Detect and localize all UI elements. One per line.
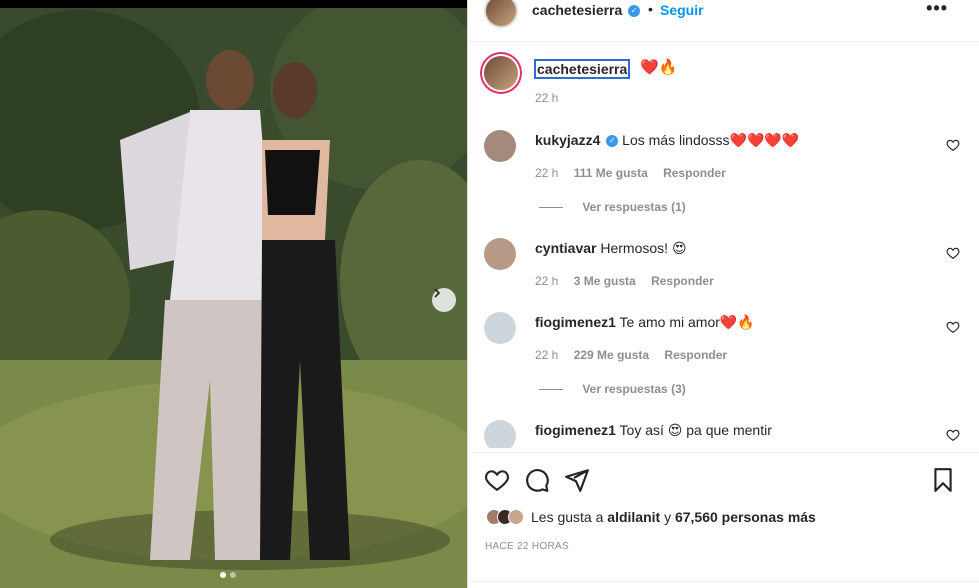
share-icon[interactable] [564, 467, 590, 493]
comment-text-line: fiogimenez1 Toy así 😍 pa que mentir [535, 422, 772, 439]
like-comment-heart-icon[interactable] [946, 138, 960, 152]
photo-illustration [0, 0, 467, 588]
more-options-icon[interactable]: ••• [926, 0, 948, 19]
carousel-dots [220, 572, 236, 578]
comment-likes[interactable]: 3 Me gusta [574, 274, 636, 288]
reply-button[interactable]: Responder [663, 166, 726, 180]
chevron-right-icon [434, 288, 441, 298]
photo-top-edge [0, 0, 467, 8]
like-comment-heart-icon[interactable] [946, 320, 960, 334]
liker-username[interactable]: aldilanit [607, 509, 660, 525]
caption-time: 22 h [535, 91, 559, 105]
comment-meta: 22 h 111 Me gusta Responder [535, 166, 738, 180]
instagram-post-view: cachetesierra ✓ • Seguir ••• cachetesier… [0, 0, 979, 588]
reply-button[interactable]: Responder [664, 348, 727, 362]
add-comment-bar [468, 581, 979, 588]
likes-prefix: Les gusta a [531, 509, 604, 525]
follow-button[interactable]: Seguir [660, 2, 704, 18]
post-photo[interactable] [0, 0, 467, 588]
comment-username[interactable]: kukyjazz4 [535, 132, 600, 148]
likes-summary[interactable]: Les gusta a aldilanit y 67,560 personas … [486, 509, 816, 525]
like-comment-heart-icon[interactable] [946, 246, 960, 260]
comment-body: Los más lindosss❤️❤️❤️❤️ [622, 132, 800, 148]
reply-button[interactable]: Responder [651, 274, 714, 288]
author-username-text: cachetesierra [532, 2, 623, 18]
author-username[interactable]: cachetesierra ✓ [532, 2, 641, 18]
likes-others-count[interactable]: 67,560 personas más [675, 509, 816, 525]
comment-username[interactable]: cyntiavar [535, 240, 596, 256]
comment-time: 22 h [535, 348, 559, 362]
heart-icon[interactable] [484, 467, 510, 493]
post-time-ago: HACE 22 HORAS [485, 541, 569, 552]
comment-avatar[interactable] [484, 420, 516, 448]
comment-text-line: cyntiavar Hermosos! 😍 [535, 240, 687, 257]
carousel-dot-active [220, 572, 226, 578]
caption-avatar[interactable] [484, 56, 518, 90]
comment-text-line: kukyjazz4 ✓ Los más lindosss❤️❤️❤️❤️ [535, 132, 799, 149]
replies-line [539, 207, 563, 209]
view-replies-label: Ver respuestas (3) [582, 382, 686, 396]
liker-avatar [508, 509, 524, 525]
comment-body: Toy así 😍 pa que mentir [619, 422, 772, 438]
comment-username[interactable]: fiogimenez1 [535, 314, 616, 330]
view-replies-button[interactable]: Ver respuestas (3) [539, 382, 686, 396]
header-separator: • [648, 1, 653, 17]
comment-text-line: fiogimenez1 Te amo mi amor❤️🔥 [535, 314, 755, 331]
view-replies-label: Ver respuestas (1) [582, 200, 686, 214]
likes-text: Les gusta a aldilanit y 67,560 personas … [531, 509, 816, 525]
comment-avatar[interactable] [484, 238, 516, 270]
post-actions: Les gusta a aldilanit y 67,560 personas … [468, 452, 979, 588]
next-photo-button[interactable] [432, 288, 456, 312]
comment-likes[interactable]: 111 Me gusta [574, 166, 648, 180]
comment-icon[interactable] [524, 467, 550, 493]
bookmark-icon[interactable] [930, 467, 956, 493]
comment-body: Hermosos! 😍 [600, 240, 687, 256]
comment-avatar[interactable] [484, 130, 516, 162]
comment-username[interactable]: fiogimenez1 [535, 422, 616, 438]
post-side-panel: cachetesierra ✓ • Seguir ••• cachetesier… [467, 0, 979, 588]
comment-meta: 22 h 229 Me gusta Responder [535, 348, 739, 362]
caption-username[interactable]: cachetesierra [534, 59, 631, 79]
view-replies-button[interactable]: Ver respuestas (1) [539, 200, 686, 214]
post-header: cachetesierra ✓ • Seguir ••• [468, 0, 979, 42]
comment-meta: 22 h 3 Me gusta Responder [535, 274, 726, 288]
like-comment-heart-icon[interactable] [946, 428, 960, 442]
comment-time: 22 h [535, 274, 559, 288]
carousel-dot [230, 572, 236, 578]
verified-badge-icon: ✓ [606, 135, 619, 148]
replies-line [539, 389, 563, 391]
verified-badge-icon: ✓ [628, 5, 641, 18]
comment-body: Te amo mi amor❤️🔥 [619, 314, 755, 330]
likes-connector: y [664, 509, 672, 525]
caption-text: ❤️🔥 [640, 59, 678, 76]
comment-time: 22 h [535, 166, 559, 180]
comment-avatar[interactable] [484, 312, 516, 344]
author-avatar[interactable] [484, 0, 518, 28]
comment-likes[interactable]: 229 Me gusta [574, 348, 649, 362]
comments-list[interactable]: cachetesierra ❤️🔥 22 h kukyjazz4 ✓ Los m… [468, 42, 979, 448]
